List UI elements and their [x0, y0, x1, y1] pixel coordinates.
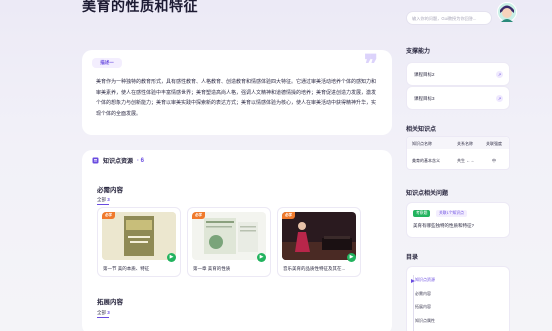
table-cell[interactable]: 美育的基本含义 — [412, 158, 440, 164]
required-filter-all[interactable]: 全部 3 — [97, 197, 110, 203]
filter-all-count: 3 — [107, 310, 110, 315]
qa-relation-badge: 关联1个知识点 — [436, 210, 467, 217]
resource-thumbnail: 必学 — [192, 212, 266, 260]
resource-count: · 6 — [137, 157, 145, 164]
play-icon[interactable]: ▶ — [167, 253, 176, 262]
table-header-cell: 关系名称 — [457, 141, 473, 146]
resource-item[interactable]: 必学 ▶ 第一节 美的本质、特征 — [97, 207, 181, 277]
assistant-avatar-icon — [497, 2, 517, 22]
performance-cover-icon — [282, 212, 356, 260]
table-header-cell: 知识点名称 — [412, 141, 432, 146]
toc-item-attributes[interactable]: 知识点属性 — [415, 318, 435, 324]
required-badge: 必学 — [102, 212, 115, 219]
resource-item-label: 音乐美育的品质性特征及其在... — [283, 266, 346, 271]
toc-card: 知识点资源 必需内容 拓展内容 知识点属性 — [406, 266, 510, 331]
ability-item[interactable]: 课程目标3 ↗ — [406, 86, 510, 110]
play-icon[interactable]: ▶ — [257, 253, 266, 262]
resource-header: 知识点资源 · 6 — [92, 156, 144, 165]
table-cell: 共生 ←→ — [457, 158, 475, 163]
book-icon — [92, 157, 99, 164]
related-table: 知识点名称 关系名称 关联强度 美育的基本含义 共生 ←→ 中 — [406, 136, 510, 170]
toc-item-extended[interactable]: 拓展内容 — [415, 304, 431, 310]
document-cover-icon — [192, 212, 266, 260]
intro-text: 美育作为一种独特的教育形式，具有感性教育、人格教育、创造教育和情感体验四大特征。… — [96, 79, 377, 117]
table-header-cell: 关联强度 — [486, 141, 502, 146]
toc-item-resources[interactable]: 知识点资源 — [415, 277, 435, 283]
intro-card: 描述一 ❞ 美育作为一种独特的教育形式，具有感性教育、人格教育、创造教育和情感体… — [82, 50, 392, 135]
filter-all-label: 全部 — [97, 197, 106, 202]
arrow-icon[interactable]: ↗ — [496, 95, 503, 102]
arrow-icon[interactable]: ↗ — [496, 71, 503, 78]
resource-item-label: 第一节 美的本质、特征 — [103, 266, 150, 271]
related-title: 相关知识点 — [406, 127, 437, 133]
ability-label: 课程目标3 — [414, 96, 435, 101]
page-title: 美育的性质和特征 — [82, 0, 198, 14]
quote-icon: ❞ — [364, 50, 378, 80]
required-section-title: 必需内容 — [97, 187, 123, 194]
qa-title: 知识点相关问题 — [406, 191, 449, 197]
ability-item[interactable]: 课程目标2 ↗ — [406, 62, 510, 86]
required-badge: 必学 — [192, 212, 205, 219]
filter-underline — [97, 204, 109, 205]
play-icon[interactable]: ▶ — [347, 253, 356, 262]
resource-thumbnail: 必学 — [102, 212, 176, 260]
resource-item[interactable]: 必学 ▶ 音乐美育的品质性特征及其在... — [277, 207, 361, 277]
search-input[interactable]: 输入你的问题，Gui教授为你回答... — [406, 11, 492, 25]
table-cell: 中 — [492, 158, 496, 163]
resource-item-label: 第一章 美育的性质 — [193, 266, 231, 271]
filter-all-label: 全部 — [97, 310, 106, 315]
book-cover-icon — [102, 212, 176, 260]
required-badge: 必学 — [282, 212, 295, 219]
qa-type-badge: 考察题 — [413, 210, 431, 217]
extended-filter-all[interactable]: 全部 3 — [97, 310, 110, 316]
toc-item-required[interactable]: 必需内容 — [415, 291, 431, 297]
avatar[interactable] — [497, 1, 517, 23]
intro-tag: 描述一 — [92, 58, 122, 68]
resource-title: 知识点资源 — [103, 159, 134, 165]
filter-underline — [97, 317, 109, 318]
resource-item[interactable]: 必学 ▶ 第一章 美育的性质 — [187, 207, 271, 277]
toc-line — [413, 275, 414, 331]
extended-section-title: 拓展内容 — [97, 299, 123, 306]
qa-card[interactable]: 考察题 关联1个知识点 美育有哪些独特的性质和特征? — [406, 202, 510, 238]
filter-all-count: 3 — [107, 197, 110, 202]
ability-title: 支撑能力 — [406, 49, 431, 55]
resource-thumbnail: 必学 — [282, 212, 356, 260]
toc-title: 目录 — [406, 255, 419, 261]
ability-label: 课程目标2 — [414, 72, 435, 77]
qa-question[interactable]: 美育有哪些独特的性质和特征? — [413, 223, 474, 229]
